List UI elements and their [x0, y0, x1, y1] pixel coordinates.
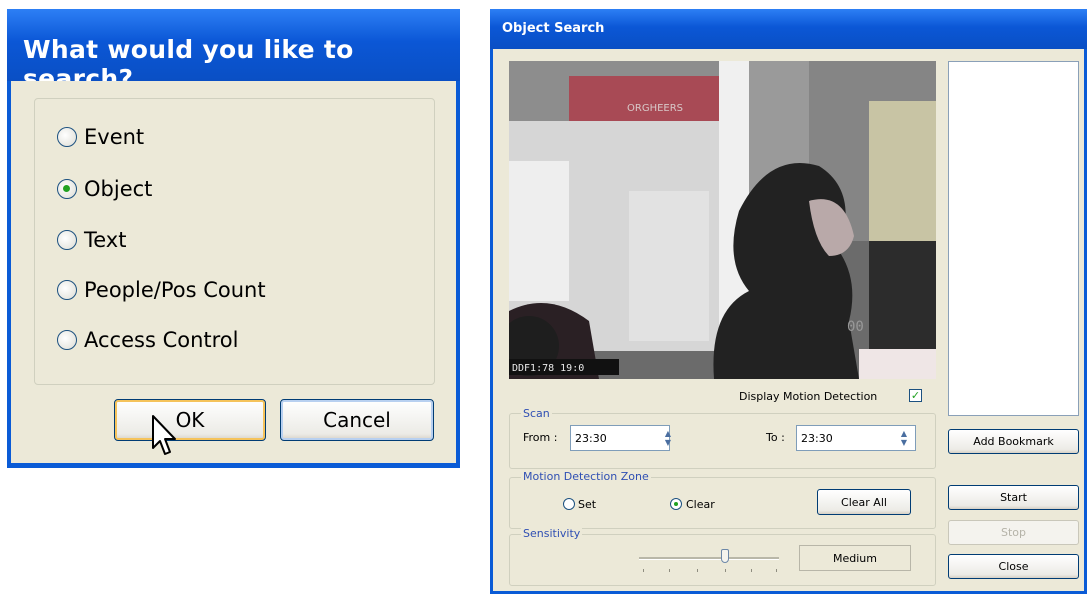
radio-text[interactable]	[57, 230, 77, 250]
search-dialog-titlebar[interactable]: What would you like to search?	[7, 9, 460, 93]
camera-frame-image: ORGHEERS 00 DDF1:78 19:0	[509, 61, 936, 379]
option-text[interactable]: Text	[57, 226, 126, 254]
from-label: From :	[523, 431, 558, 444]
bookmark-list[interactable]	[948, 61, 1079, 416]
option-access-control-label: Access Control	[84, 328, 239, 352]
stop-button[interactable]: Stop	[948, 520, 1079, 545]
spin-up-icon[interactable]: ▲	[901, 429, 907, 438]
sensitivity-label: Sensitivity	[521, 527, 583, 540]
slider-tick	[751, 569, 752, 572]
object-search-window: Object Search ORGHEERS 00 DDF1:78 19:0 D…	[490, 9, 1087, 594]
radio-event[interactable]	[57, 127, 77, 147]
object-search-titlebar[interactable]: Object Search	[490, 9, 1087, 49]
zone-set-radio[interactable]	[563, 498, 575, 510]
radio-access-control[interactable]	[57, 330, 77, 350]
scan-group-label: Scan	[521, 407, 552, 420]
sensitivity-slider-track[interactable]	[639, 557, 779, 560]
clear-all-button[interactable]: Clear All	[817, 489, 911, 515]
object-search-client: ORGHEERS 00 DDF1:78 19:0 Display Motion …	[493, 49, 1084, 591]
slider-tick	[643, 569, 644, 572]
option-people-pos-count[interactable]: People/Pos Count	[57, 276, 266, 304]
camera-tag: 00	[847, 319, 864, 335]
motion-zone-label: Motion Detection Zone	[521, 470, 651, 483]
zone-clear-radio[interactable]	[670, 498, 682, 510]
option-event[interactable]: Event	[57, 123, 144, 151]
zone-clear-label: Clear	[686, 498, 715, 511]
to-label: To :	[766, 431, 785, 444]
option-event-label: Event	[84, 125, 145, 149]
start-button[interactable]: Start	[948, 485, 1079, 510]
display-motion-label: Display Motion Detection	[739, 390, 878, 403]
radio-object[interactable]	[57, 179, 77, 199]
sign-text: ORGHEERS	[627, 103, 683, 114]
search-dialog-client: Event Object Text People/Pos Count Acces…	[11, 81, 456, 463]
close-button[interactable]: Close	[948, 554, 1079, 579]
from-time-spinner[interactable]: ▲ ▼	[660, 426, 676, 450]
video-timestamp: DDF1:78 19:0	[512, 363, 584, 374]
to-time-spinner[interactable]: ▲ ▼	[896, 426, 912, 450]
sensitivity-value: Medium	[799, 545, 911, 571]
option-access-control[interactable]: Access Control	[57, 326, 238, 354]
search-type-dialog: What would you like to search? Event Obj…	[7, 9, 460, 468]
spin-down-icon[interactable]: ▼	[665, 438, 671, 447]
video-preview[interactable]: ORGHEERS 00 DDF1:78 19:0	[509, 61, 936, 379]
from-time-input[interactable]: 23:30	[570, 425, 670, 451]
zone-set-label: Set	[578, 498, 597, 511]
radio-people-pos-count[interactable]	[57, 280, 77, 300]
slider-tick	[697, 569, 698, 572]
spin-down-icon[interactable]: ▼	[901, 438, 907, 447]
slider-tick	[725, 569, 726, 572]
mouse-pointer-icon	[152, 415, 176, 455]
option-people-pos-count-label: People/Pos Count	[84, 278, 266, 302]
add-bookmark-button[interactable]: Add Bookmark	[948, 429, 1079, 454]
cancel-button[interactable]: Cancel	[280, 399, 434, 441]
display-motion-checkbox[interactable]: ✓	[909, 389, 922, 402]
object-search-title: Object Search	[502, 21, 605, 36]
option-text-label: Text	[84, 228, 127, 252]
sensitivity-slider-thumb[interactable]	[721, 549, 729, 563]
slider-tick	[669, 569, 670, 572]
ok-button[interactable]: OK	[114, 399, 266, 441]
spin-up-icon[interactable]: ▲	[665, 429, 671, 438]
slider-tick	[776, 569, 777, 572]
option-object-label: Object	[84, 177, 153, 201]
option-object[interactable]: Object	[57, 175, 152, 203]
